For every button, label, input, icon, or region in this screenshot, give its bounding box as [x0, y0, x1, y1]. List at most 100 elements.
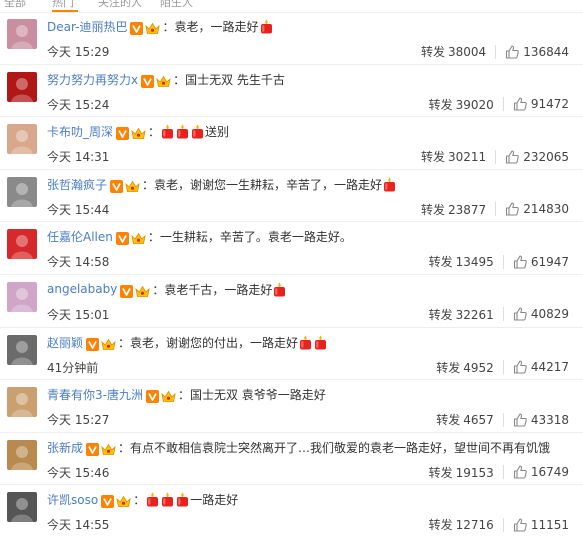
- comment-text: ：一生耕耘，辛苦了。袁老一路走好。: [147, 230, 352, 245]
- avatar[interactable]: [7, 229, 37, 260]
- like-button[interactable]: 16749: [513, 465, 569, 479]
- candle-icon: [314, 335, 327, 350]
- verified-icon: [116, 125, 130, 141]
- like-count: 44217: [530, 360, 569, 375]
- comment-item: 努力努力再努力x ：国士无双 先生千古 今天 15:24 转发 39020 91472: [0, 65, 583, 118]
- user-nickname[interactable]: Dear-迪丽热巴: [47, 18, 127, 35]
- forward-button[interactable]: 转发 30211: [421, 148, 486, 165]
- candle-icon: [161, 492, 174, 507]
- avatar[interactable]: [7, 176, 37, 207]
- user-nickname[interactable]: 卡布叻_周深: [47, 123, 113, 140]
- like-button[interactable]: 44217: [513, 360, 569, 374]
- thumbs-up-icon: [513, 518, 527, 532]
- avatar[interactable]: [7, 124, 37, 155]
- forward-button[interactable]: 转发 39020: [429, 96, 494, 113]
- avatar[interactable]: [7, 387, 37, 418]
- tab-strangers[interactable]: 陌生人: [160, 0, 193, 10]
- like-count: 91472: [530, 97, 569, 112]
- comment-time: 41分钟前: [47, 360, 99, 375]
- forward-count: 30211: [448, 150, 487, 165]
- candle-icon: [176, 124, 189, 139]
- user-nickname[interactable]: 许凯soso: [47, 491, 98, 508]
- forward-button[interactable]: 转发 23877: [421, 201, 486, 218]
- like-button[interactable]: 232065: [505, 150, 569, 164]
- user-nickname[interactable]: angelababy: [47, 282, 117, 296]
- forward-button[interactable]: 转发 12716: [429, 516, 494, 533]
- verified-icon: [110, 178, 124, 193]
- thumbs-up-icon: [505, 202, 519, 216]
- like-button[interactable]: 43318: [513, 413, 569, 427]
- candle-icon: [146, 492, 159, 507]
- comment-content: 赵丽颖 ：袁老，谢谢您的付出，一路走好: [47, 334, 577, 351]
- forward-button[interactable]: 转发 4657: [436, 411, 494, 428]
- like-button[interactable]: 40829: [513, 307, 569, 321]
- action-divider: [502, 360, 504, 375]
- avatar[interactable]: [7, 19, 37, 49]
- comment-text: ：: [133, 493, 146, 508]
- crown-icon: [125, 178, 140, 192]
- like-count: 232065: [523, 149, 569, 164]
- avatar[interactable]: [7, 334, 37, 365]
- forward-button[interactable]: 转发 38004: [421, 43, 486, 60]
- like-button[interactable]: 11151: [513, 518, 569, 532]
- comment-time: 今天 14:31: [47, 150, 110, 165]
- tab-following[interactable]: 关注的人: [98, 0, 142, 10]
- forward-label: 转发: [420, 150, 445, 165]
- comment-content: 张新成 ：有点不敢相信袁院士突然离开了…我们敬爱的袁老一路走好，望世间不再有饥饿: [47, 439, 577, 456]
- avatar[interactable]: [7, 439, 37, 470]
- comment-text-tail: 送别: [205, 125, 230, 140]
- comment-time: 今天 15:46: [47, 465, 110, 480]
- comment-actions: 转发 32261 40829: [429, 306, 569, 323]
- comment-time: 今天 14:55: [47, 518, 110, 533]
- comment-time: 今天 15:24: [47, 97, 110, 112]
- user-nickname[interactable]: 任嘉伦Allen: [47, 228, 113, 245]
- candle-icon: [176, 492, 189, 507]
- action-divider: [495, 44, 497, 59]
- forward-label: 转发: [428, 307, 453, 322]
- like-count: 43318: [530, 412, 569, 427]
- thumbs-up-icon: [513, 255, 527, 269]
- like-button[interactable]: 214830: [505, 202, 569, 216]
- avatar[interactable]: [7, 71, 37, 102]
- verified-icon: [145, 388, 159, 404]
- like-count: 11151: [530, 517, 569, 532]
- crown-icon: [101, 336, 116, 350]
- comment-item: angelababy ：袁老千古，一路走好 今天 15:01 转发 32261 40829: [0, 275, 583, 328]
- crown-icon: [135, 283, 150, 297]
- comment-time: 今天 15:29: [47, 45, 110, 59]
- forward-label: 转发: [428, 255, 453, 270]
- action-divider: [502, 517, 504, 532]
- forward-label: 转发: [436, 413, 461, 428]
- forward-label: 转发: [436, 360, 461, 375]
- comment-panel: 全部 热门 关注的人 陌生人 Dear-迪丽热巴 ：袁老，一路走好 今天 15:29…: [0, 0, 583, 538]
- crown-icon: [131, 230, 146, 245]
- user-nickname[interactable]: 努力努力再努力x: [47, 71, 138, 88]
- crown-icon: [145, 20, 161, 34]
- like-button[interactable]: 91472: [513, 97, 569, 111]
- like-button[interactable]: 136844: [505, 45, 569, 59]
- forward-button[interactable]: 转发 13495: [429, 253, 494, 270]
- forward-button[interactable]: 转发 19153: [429, 464, 494, 481]
- avatar[interactable]: [7, 281, 37, 312]
- forward-button[interactable]: 转发 32261: [429, 306, 494, 323]
- comment-content: 卡布叻_周深 ： 送别: [47, 123, 577, 141]
- action-divider: [502, 254, 504, 269]
- like-count: 136844: [523, 44, 569, 59]
- comment-actions: 转发 13495 61947: [429, 253, 569, 270]
- user-nickname[interactable]: 张新成: [47, 439, 83, 456]
- comment-content: 任嘉伦Allen ：一生耕耘，辛苦了。袁老一路走好。: [47, 228, 577, 246]
- verified-icon: [130, 20, 144, 35]
- verified-icon: [86, 441, 100, 456]
- like-button[interactable]: 61947: [513, 255, 569, 269]
- user-nickname[interactable]: 张哲瀚疯子: [47, 176, 107, 193]
- comment-actions: 转发 38004 136844: [421, 43, 569, 60]
- avatar[interactable]: [7, 492, 37, 523]
- comment-actions: 转发 19153 16749: [429, 464, 569, 481]
- user-nickname[interactable]: 赵丽颖: [47, 334, 83, 351]
- tab-hot[interactable]: 热门: [52, 0, 74, 10]
- like-count: 214830: [523, 202, 569, 217]
- comment-actions: 转发 4657 43318: [436, 411, 569, 428]
- forward-button[interactable]: 转发 4952: [436, 359, 494, 376]
- tab-all[interactable]: 全部: [4, 0, 26, 10]
- user-nickname[interactable]: 青春有你3-唐九洲: [47, 386, 143, 403]
